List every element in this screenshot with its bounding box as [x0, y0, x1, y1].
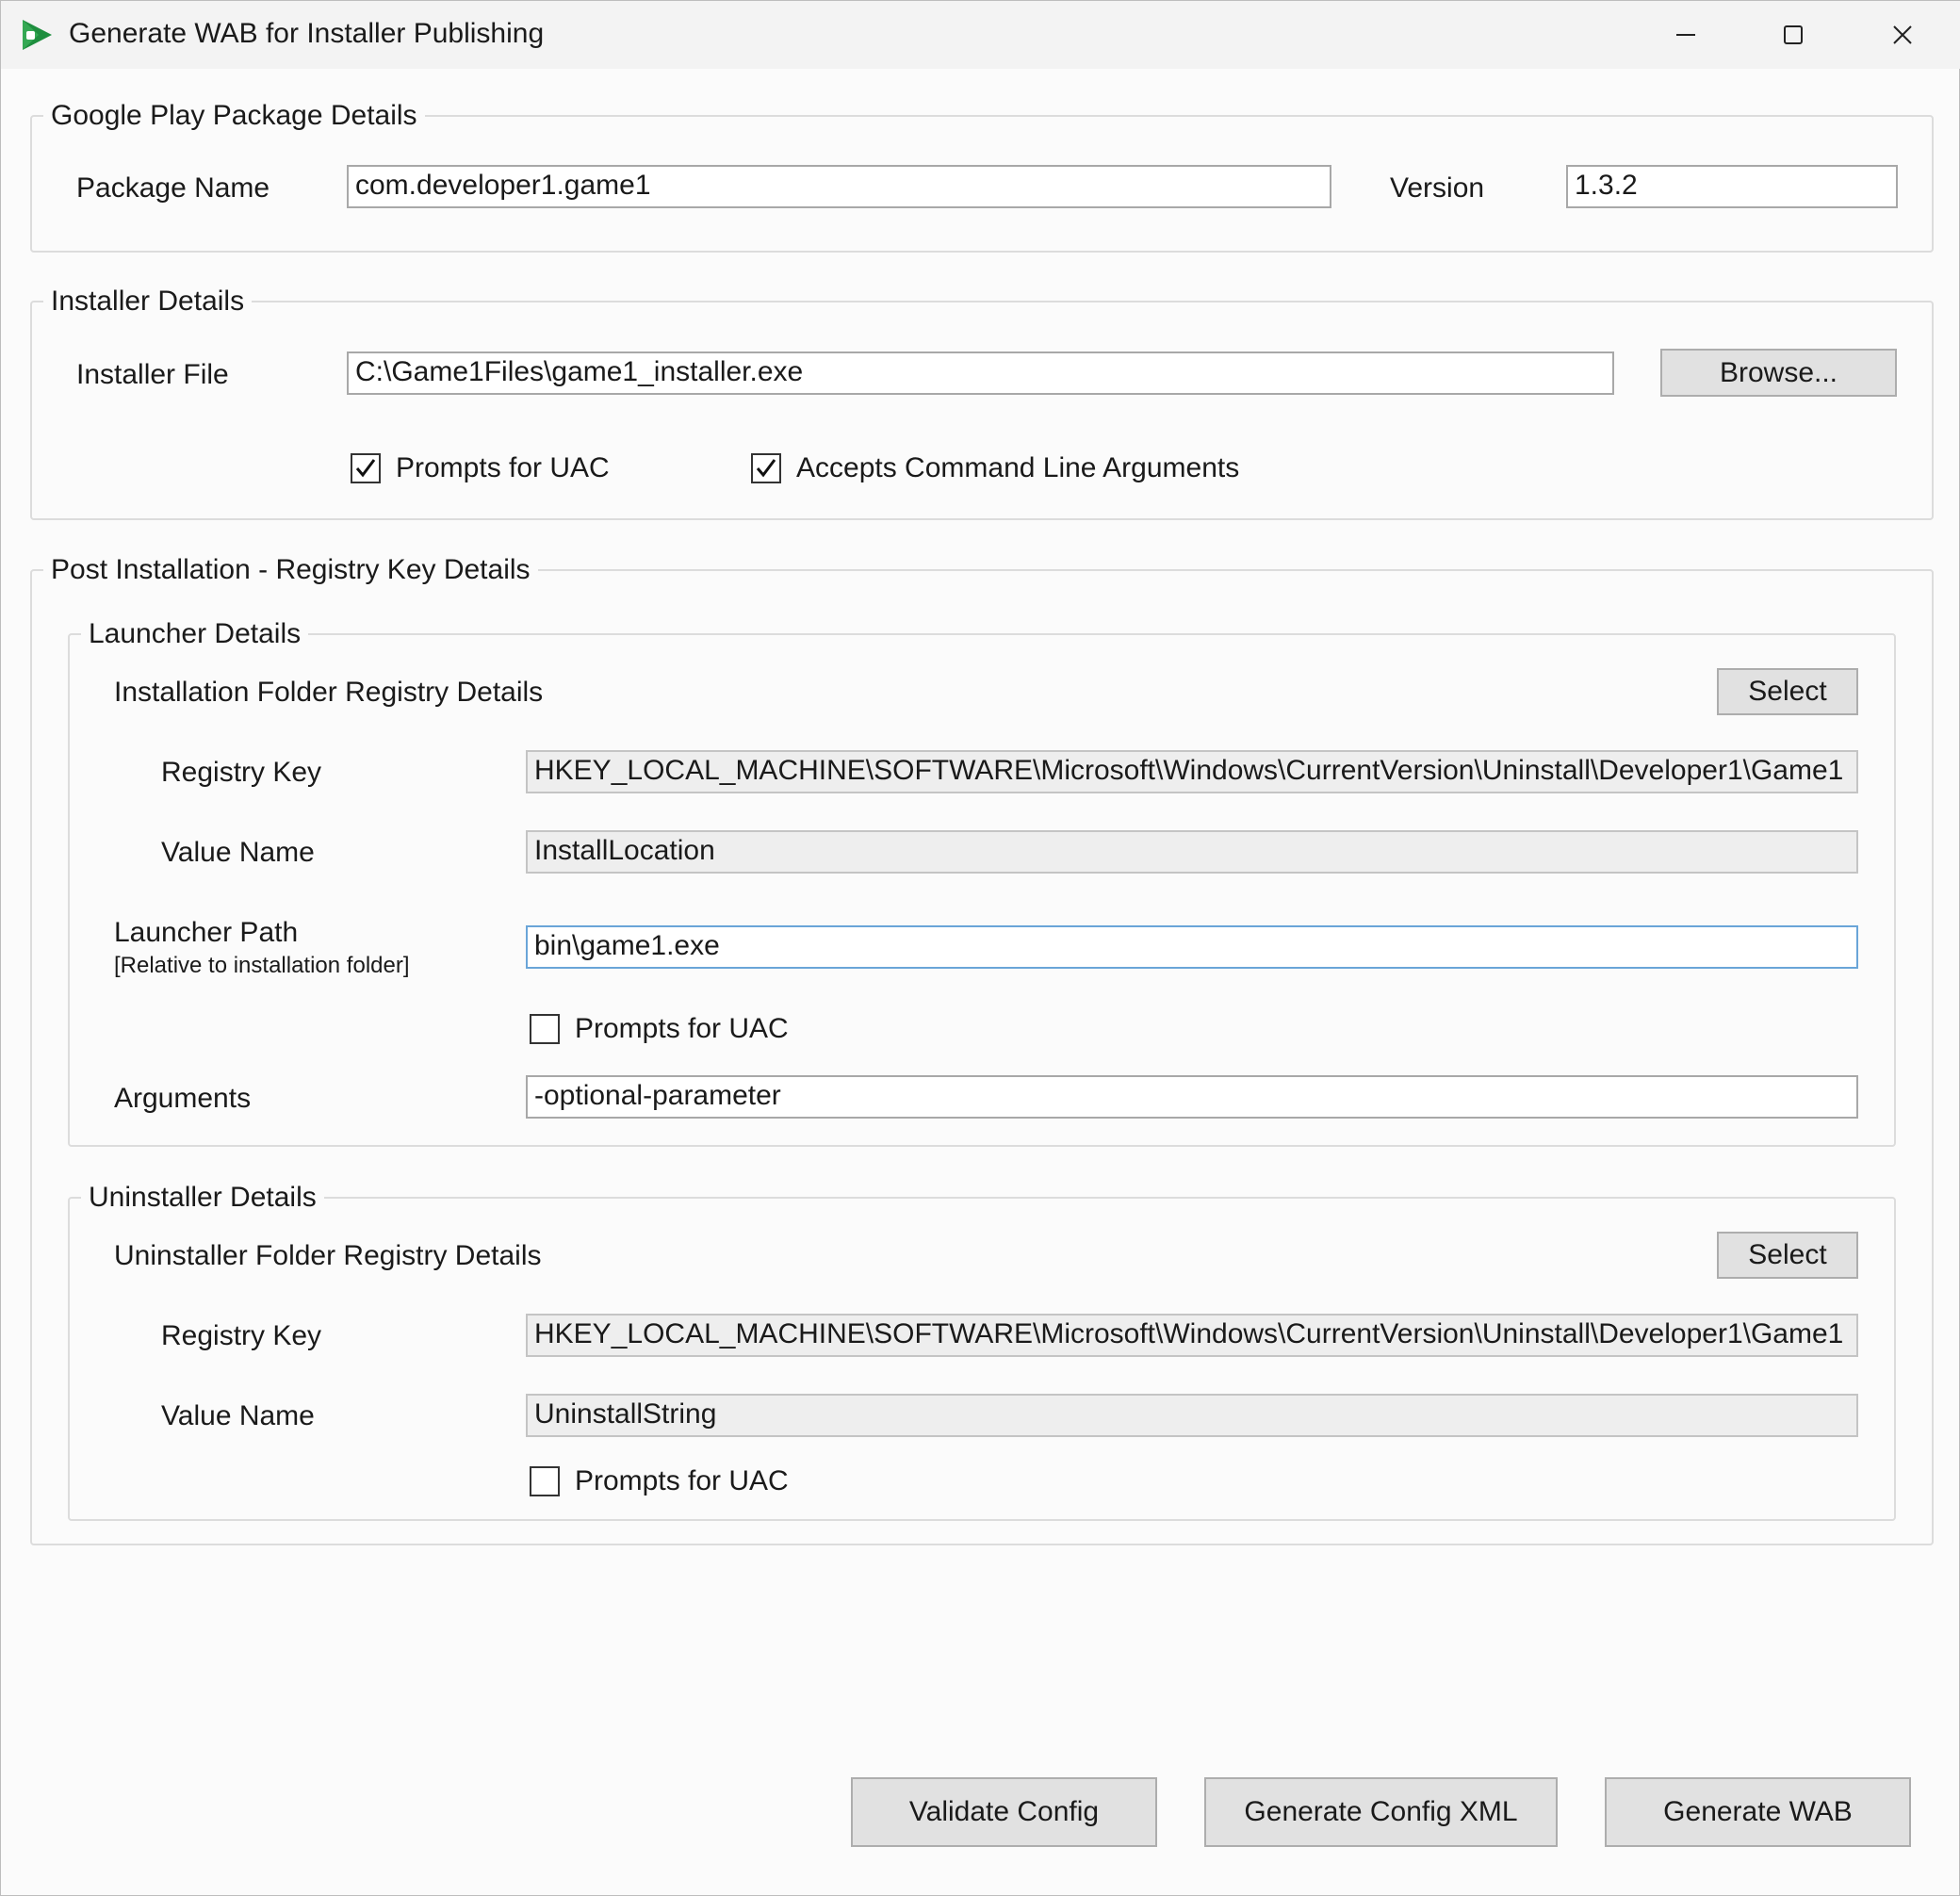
installer-details-group: Installer Details [30, 284, 1934, 520]
launcher-prompts-uac-label: Prompts for UAC [575, 1013, 789, 1044]
installer-prompts-uac-label: Prompts for UAC [396, 452, 610, 483]
minimize-icon [1676, 34, 1695, 36]
uninstaller-select-button[interactable]: Select [1717, 1232, 1858, 1279]
browse-button[interactable]: Browse... [1660, 349, 1897, 397]
accepts-args-checkbox[interactable]: Accepts Command Line Arguments [751, 451, 1239, 485]
version-label: Version [1390, 172, 1485, 204]
app-window: Generate WAB for Installer Publishing Go… [0, 0, 1960, 1896]
arguments-label: Arguments [114, 1083, 252, 1114]
window-title: Generate WAB for Installer Publishing [69, 18, 545, 49]
installer-details-title: Installer Details [43, 284, 253, 319]
launcher-value-name-label: Value Name [161, 837, 315, 868]
package-name-input[interactable]: com.developer1.game1 [347, 165, 1331, 208]
close-icon [1893, 25, 1912, 44]
uninstaller-registry-key-label: Registry Key [161, 1320, 322, 1351]
launcher-details-group: Launcher Details [68, 616, 1896, 1147]
version-input[interactable]: 1.3.2 [1566, 165, 1898, 208]
launcher-details-title: Launcher Details [81, 616, 309, 652]
checkmark-icon [756, 459, 776, 478]
uninstaller-registry-key-field: HKEY_LOCAL_MACHINE\SOFTWARE\Microsoft\Wi… [526, 1314, 1858, 1357]
generate-wab-button[interactable]: Generate WAB [1605, 1777, 1911, 1847]
minimize-button[interactable] [1634, 1, 1738, 69]
launcher-select-button[interactable]: Select [1717, 668, 1858, 715]
package-details-title: Google Play Package Details [43, 98, 425, 134]
launcher-registry-key-field: HKEY_LOCAL_MACHINE\SOFTWARE\Microsoft\Wi… [526, 750, 1858, 793]
uninstaller-value-name-field: UninstallString [526, 1394, 1858, 1437]
launcher-path-input[interactable]: bin\game1.exe [526, 925, 1858, 969]
launcher-path-label: Launcher Path [114, 917, 299, 948]
title-bar: Generate WAB for Installer Publishing [1, 1, 1960, 69]
uninstaller-value-name-label: Value Name [161, 1400, 315, 1431]
installer-prompts-uac-checkbox[interactable]: Prompts for UAC [351, 451, 610, 485]
install-folder-registry-label: Installation Folder Registry Details [114, 677, 544, 708]
accepts-args-label: Accepts Command Line Arguments [796, 452, 1240, 483]
uninstaller-folder-registry-label: Uninstaller Folder Registry Details [114, 1240, 542, 1271]
launcher-prompts-uac-checkbox[interactable]: Prompts for UAC [530, 1012, 789, 1046]
checkmark-icon [355, 459, 376, 478]
uninstaller-prompts-uac-checkbox[interactable]: Prompts for UAC [530, 1464, 789, 1498]
launcher-value-name-field: InstallLocation [526, 830, 1858, 874]
close-button[interactable] [1851, 1, 1954, 69]
google-play-games-icon [20, 18, 54, 52]
maximize-button[interactable] [1741, 1, 1845, 69]
maximize-icon [1784, 25, 1803, 44]
installer-file-label: Installer File [76, 359, 229, 390]
launcher-registry-key-label: Registry Key [161, 757, 322, 788]
uninstaller-prompts-uac-label: Prompts for UAC [575, 1465, 789, 1496]
generate-config-xml-button[interactable]: Generate Config XML [1204, 1777, 1558, 1847]
validate-config-button[interactable]: Validate Config [851, 1777, 1157, 1847]
installer-file-input[interactable]: C:\Game1Files\game1_installer.exe [347, 351, 1614, 395]
arguments-input[interactable]: -optional-parameter [526, 1075, 1858, 1119]
package-name-label: Package Name [76, 172, 270, 204]
post-install-title: Post Installation - Registry Key Details [43, 552, 538, 588]
launcher-path-hint: [Relative to installation folder] [114, 953, 410, 978]
uninstaller-details-title: Uninstaller Details [81, 1180, 324, 1216]
